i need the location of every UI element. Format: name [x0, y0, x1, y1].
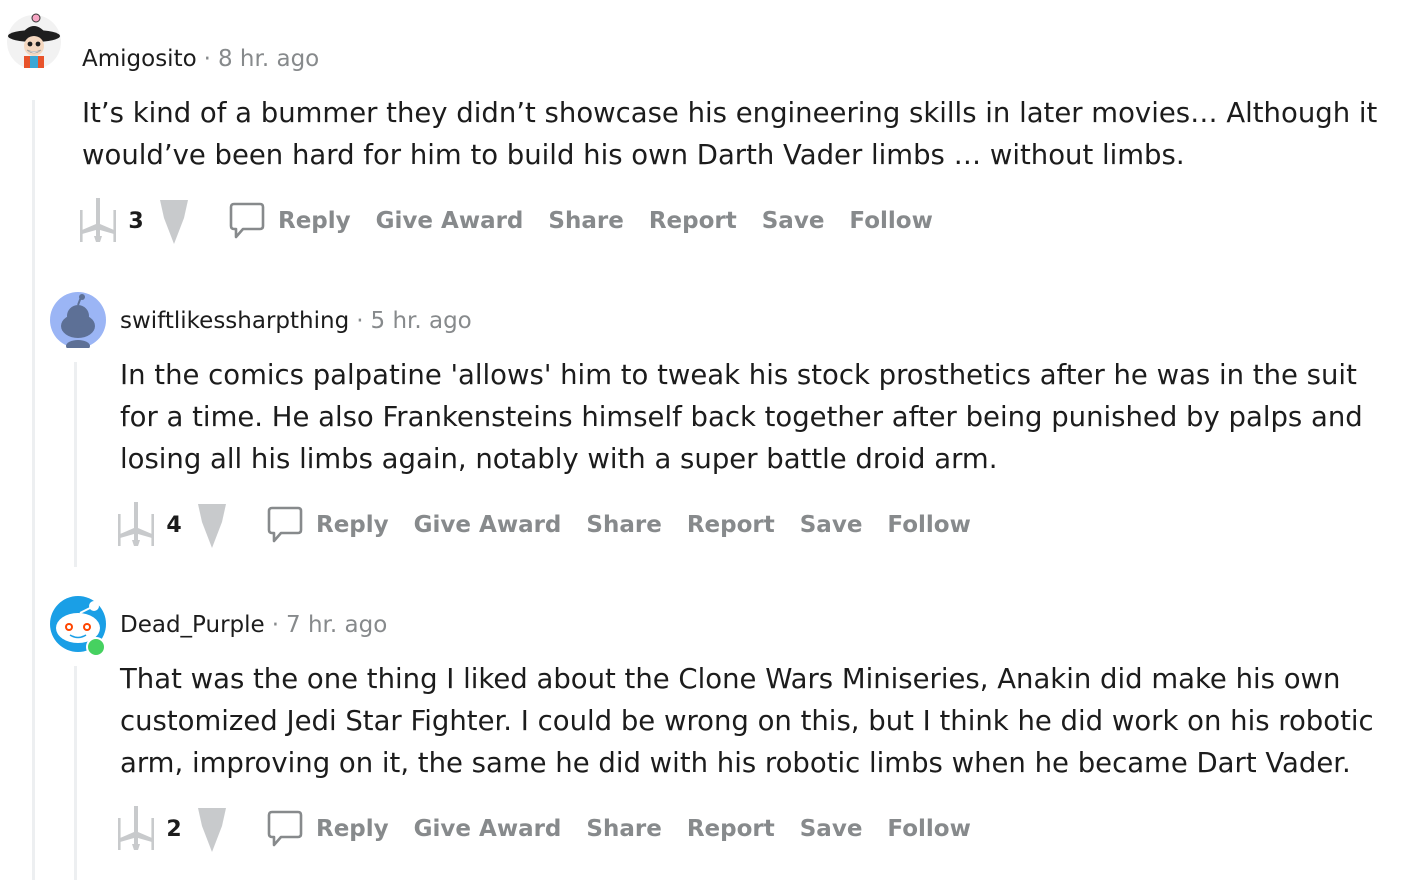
xwing-upvote-icon	[118, 806, 154, 850]
share-button[interactable]: Share	[586, 512, 661, 538]
comment-meta: Dead_Purple · 7 hr. ago	[120, 610, 387, 640]
xwing-upvote-icon	[80, 198, 116, 242]
timestamp[interactable]: 5 hr. ago	[371, 308, 472, 334]
tie-downvote-icon	[198, 808, 226, 852]
upvote-button[interactable]	[114, 804, 158, 854]
upvote-button[interactable]	[114, 500, 158, 550]
reply-button[interactable]: Reply	[266, 505, 389, 545]
avatar[interactable]	[50, 292, 106, 348]
vote-score: 4	[166, 512, 182, 538]
separator-dot: ·	[271, 612, 280, 638]
vote-score: 2	[166, 816, 182, 842]
separator-dot: ·	[203, 46, 211, 72]
downvote-button[interactable]	[152, 196, 196, 246]
downvote-button[interactable]	[190, 500, 234, 550]
follow-button[interactable]: Follow	[887, 816, 970, 842]
username[interactable]: Amigosito	[82, 46, 197, 72]
upvote-button[interactable]	[76, 196, 120, 246]
follow-button[interactable]: Follow	[887, 512, 970, 538]
share-button[interactable]: Share	[548, 208, 623, 234]
comment-body: In the comics palpatine 'allows' him to …	[120, 359, 1363, 475]
comment-meta: Amigosito · 8 hr. ago	[82, 44, 319, 74]
reply-label: Reply	[278, 208, 351, 234]
save-button[interactable]: Save	[800, 816, 863, 842]
username[interactable]: swiftlikessharpthing	[120, 308, 349, 334]
comment-body: It’s kind of a bummer they didn’t showca…	[82, 97, 1378, 171]
speech-bubble-icon	[229, 202, 265, 239]
share-button[interactable]: Share	[586, 816, 661, 842]
save-button[interactable]: Save	[800, 512, 863, 538]
comment-body: That was the one thing I liked about the…	[120, 663, 1374, 779]
online-status-dot	[86, 637, 106, 657]
tie-downvote-icon	[198, 504, 226, 548]
tie-downvote-icon	[160, 200, 188, 244]
thread-line-reply-1[interactable]	[74, 362, 77, 567]
separator-dot: ·	[356, 308, 364, 334]
comment-actions: 4 Reply Give Award Share Report Save Fol…	[114, 500, 971, 550]
save-button[interactable]: Save	[762, 208, 825, 234]
report-button[interactable]: Report	[649, 208, 737, 234]
reply-label: Reply	[316, 512, 389, 538]
speech-bubble-icon	[267, 506, 303, 543]
reply-label: Reply	[316, 816, 389, 842]
thread-line-root[interactable]	[32, 100, 35, 880]
comment-actions: 3 Reply Give Award Share Report Save Fol…	[76, 196, 933, 246]
follow-button[interactable]: Follow	[849, 208, 932, 234]
give-award-button[interactable]: Give Award	[414, 512, 562, 538]
comment-meta: swiftlikessharpthing · 5 hr. ago	[120, 306, 472, 336]
reply-button[interactable]: Reply	[228, 201, 351, 241]
give-award-button[interactable]: Give Award	[376, 208, 524, 234]
avatar[interactable]	[50, 596, 106, 657]
xwing-upvote-icon	[118, 502, 154, 546]
timestamp[interactable]: 8 hr. ago	[218, 46, 319, 72]
username[interactable]: Dead_Purple	[120, 612, 265, 638]
comment-actions: 2 Reply Give Award Share Report Save Fol…	[114, 804, 971, 854]
avatar[interactable]	[6, 12, 62, 68]
vote-score: 3	[128, 208, 144, 234]
downvote-button[interactable]	[190, 804, 234, 854]
give-award-button[interactable]: Give Award	[414, 816, 562, 842]
thread-line-reply-2[interactable]	[74, 666, 77, 880]
report-button[interactable]: Report	[687, 512, 775, 538]
timestamp[interactable]: 7 hr. ago	[286, 612, 387, 638]
report-button[interactable]: Report	[687, 816, 775, 842]
reply-button[interactable]: Reply	[266, 809, 389, 849]
speech-bubble-icon	[267, 810, 303, 847]
